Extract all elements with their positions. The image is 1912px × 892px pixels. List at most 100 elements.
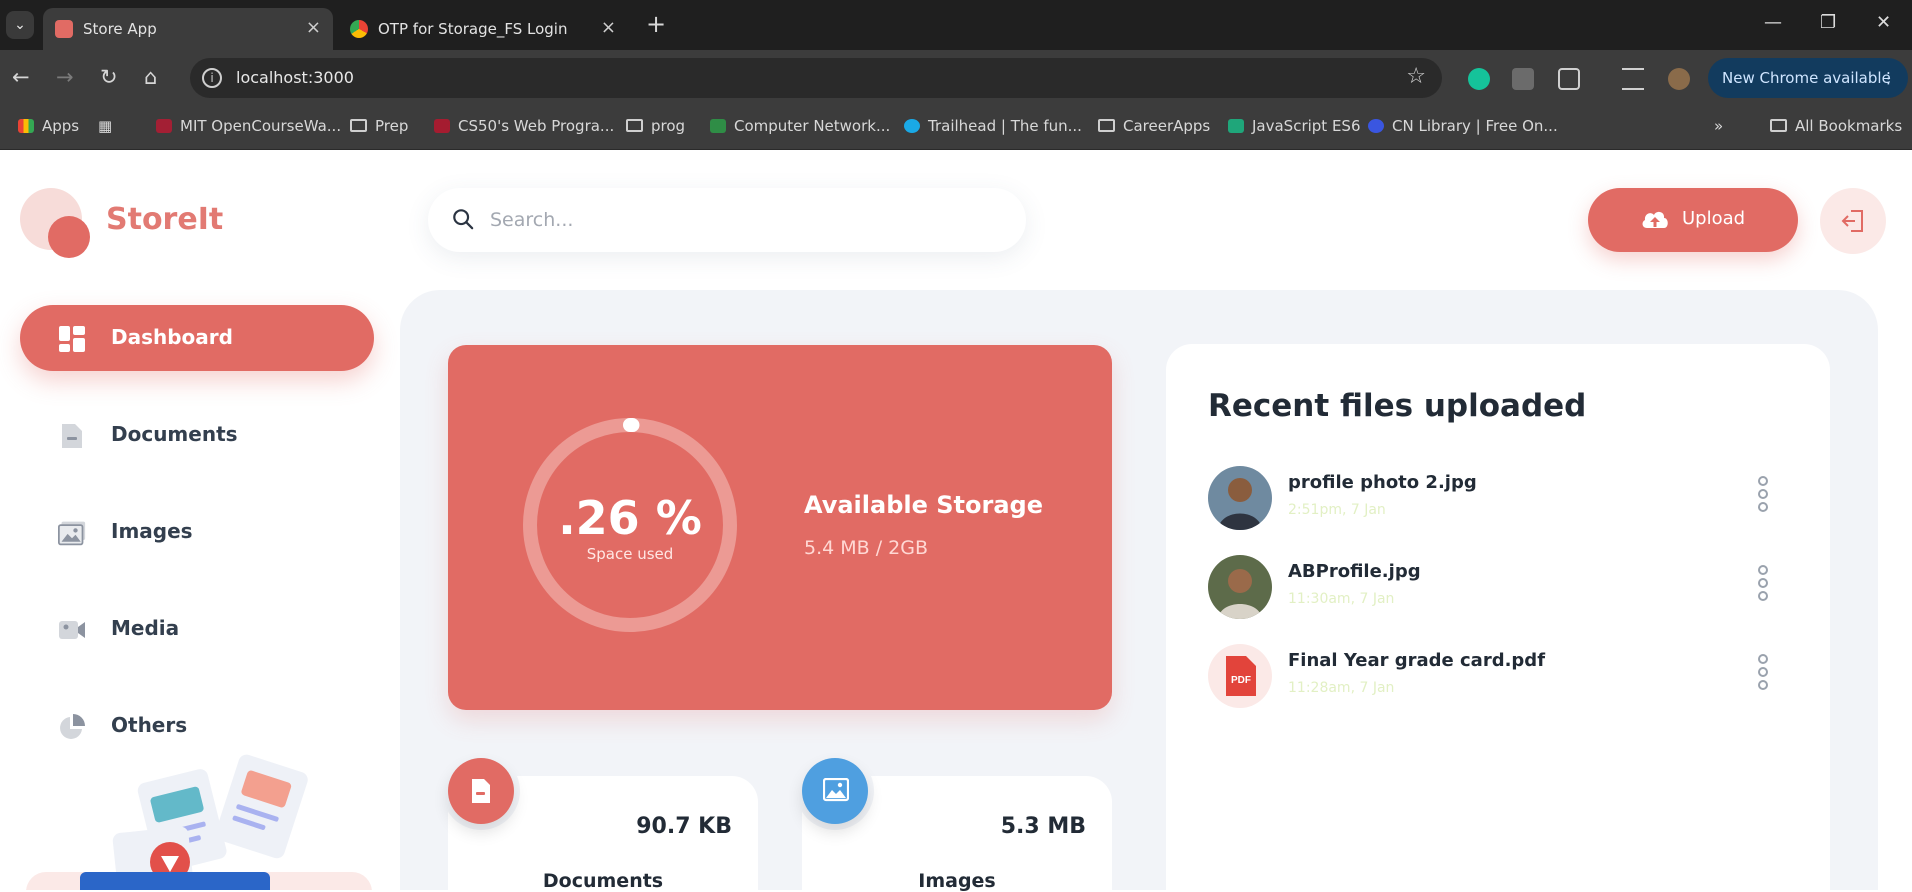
more-bookmarks-icon[interactable]: »: [1714, 117, 1723, 135]
logout-icon: [1841, 210, 1863, 232]
recent-file-row[interactable]: ABProfile.jpg 11:30am, 7 Jan: [1208, 555, 1788, 619]
sidebar-item-label: Others: [111, 713, 188, 737]
search-icon: [453, 209, 474, 230]
bookmark-cs50[interactable]: CS50's Web Progra...: [434, 117, 614, 135]
document-icon: [62, 424, 82, 448]
bookmark-trailhead[interactable]: Trailhead | The fun...: [904, 117, 1082, 135]
cn-favicon-icon: [1368, 119, 1384, 133]
file-name: Final Year grade card.pdf: [1288, 650, 1546, 671]
close-tab-icon[interactable]: ×: [306, 17, 321, 38]
store-app: StoreIt Upload Dashboard Documents: [0, 150, 1912, 892]
bookmark-mit-ocw[interactable]: MIT OpenCourseWa...: [156, 117, 341, 135]
summary-card-images[interactable]: 5.3 MB Images: [796, 752, 1112, 892]
more-menu-icon[interactable]: ⋮: [1881, 58, 1896, 98]
bookmark-javascript-es6[interactable]: JavaScript ES6: [1228, 117, 1361, 135]
bookmark-computer-network[interactable]: Computer Network...: [710, 117, 890, 135]
chrome-favicon-icon: [350, 20, 368, 38]
file-menu-icon[interactable]: [1758, 565, 1770, 605]
bookmark-star-icon[interactable]: ☆: [1406, 64, 1426, 89]
window-close-icon[interactable]: ✕: [1876, 12, 1891, 33]
sidebar-item-label: Media: [111, 616, 180, 640]
file-menu-icon[interactable]: [1758, 654, 1770, 694]
logout-button[interactable]: [1820, 188, 1886, 254]
tab-title: OTP for Storage_FS Login - adit: [378, 20, 568, 38]
tab-search-button[interactable]: ⌄: [6, 11, 34, 39]
site-info-icon[interactable]: i: [202, 68, 222, 88]
brand-name: StoreIt: [106, 202, 224, 237]
sidebar-item-label: Dashboard: [111, 325, 233, 349]
url-text: localhost:3000: [236, 68, 354, 87]
search-bar[interactable]: [428, 188, 1026, 252]
file-thumbnail: [1208, 555, 1272, 619]
recent-files-panel: Recent files uploaded profile photo 2.jp…: [1166, 344, 1830, 890]
video-icon: [59, 621, 85, 639]
bookmark-careerapps[interactable]: CareerApps: [1098, 117, 1210, 135]
documents-size: 90.7 KB: [636, 814, 732, 839]
folder-icon: [1770, 119, 1787, 132]
reload-icon[interactable]: ↻: [100, 64, 118, 90]
storeit-logo-icon: [20, 188, 90, 258]
document-icon: [472, 779, 490, 803]
bookmarks-bar: Apps ▦ MIT OpenCourseWa... Prep CS50's W…: [0, 106, 1912, 150]
close-tab-icon[interactable]: ×: [601, 17, 616, 38]
new-tab-button[interactable]: +: [646, 10, 666, 38]
file-thumbnail: PDF: [1208, 644, 1272, 708]
cs50-favicon-icon: [434, 119, 450, 133]
address-bar[interactable]: i localhost:3000 ☆: [190, 58, 1442, 98]
tab-store-app[interactable]: Store App ×: [43, 8, 333, 50]
grammarly-extension-icon[interactable]: [1468, 68, 1490, 90]
pdf-file-icon: PDF: [1226, 656, 1256, 696]
all-bookmarks[interactable]: All Bookmarks: [1770, 117, 1902, 135]
bookmark-prep[interactable]: Prep: [350, 117, 408, 135]
sidebar-item-documents[interactable]: Documents: [20, 402, 374, 468]
sidebar-item-images[interactable]: Images: [20, 499, 374, 565]
folder-icon: [350, 119, 367, 132]
sidebar-item-dashboard[interactable]: Dashboard: [20, 305, 374, 371]
sidebar-item-label: Documents: [111, 422, 238, 446]
bookmark-prog[interactable]: prog: [626, 117, 685, 135]
upload-label: Upload: [1682, 208, 1746, 229]
storage-percent-label: Space used: [586, 545, 674, 563]
tab-groups-icon[interactable]: ▦: [98, 117, 112, 135]
browser-tab-bar: ⌄ Store App × OTP for Storage_FS Login -…: [0, 0, 1912, 50]
tab-otp-login[interactable]: OTP for Storage_FS Login - adit ×: [338, 8, 628, 50]
reading-list-icon[interactable]: [1622, 68, 1644, 90]
file-name: profile photo 2.jpg: [1288, 472, 1477, 493]
file-date: 2:51pm, 7 Jan: [1288, 502, 1386, 518]
home-icon[interactable]: ⌂: [144, 64, 157, 90]
folder-icon: [626, 119, 643, 132]
profile-avatar-icon[interactable]: [1668, 68, 1690, 90]
sidebar-item-media[interactable]: Media: [20, 596, 374, 662]
extensions-puzzle-icon[interactable]: [1558, 68, 1580, 90]
minimize-icon[interactable]: —: [1764, 12, 1782, 33]
bookmark-cn-library[interactable]: CN Library | Free On...: [1368, 117, 1558, 135]
recent-file-row[interactable]: PDF Final Year grade card.pdf 11:28am, 7…: [1208, 644, 1788, 708]
search-input[interactable]: [490, 204, 990, 236]
images-icon: [58, 521, 86, 546]
summary-card-documents[interactable]: 90.7 KB Documents: [442, 752, 758, 892]
documents-badge: [448, 758, 514, 824]
storage-percent: .26 %: [558, 491, 702, 545]
upload-button[interactable]: Upload: [1588, 188, 1798, 252]
forward-icon[interactable]: →: [56, 64, 74, 90]
images-title: Images: [918, 870, 996, 892]
recent-file-row[interactable]: profile photo 2.jpg 2:51pm, 7 Jan: [1208, 466, 1788, 530]
images-icon: [823, 778, 849, 802]
sidebar-item-label: Images: [111, 519, 193, 543]
back-icon[interactable]: ←: [12, 64, 30, 90]
pie-chart-icon: [60, 714, 85, 739]
extension-icon[interactable]: [1512, 68, 1534, 90]
dashboard-icon: [59, 326, 85, 352]
dashboard-main: .26 % Space used Available Storage 5.4 M…: [400, 290, 1878, 892]
cloud-upload-icon: [1642, 211, 1668, 228]
tab-title: Store App: [83, 20, 157, 38]
file-date: 11:30am, 7 Jan: [1288, 591, 1395, 607]
bookmark-apps[interactable]: Apps: [18, 117, 79, 135]
file-thumbnail: [1208, 466, 1272, 530]
file-menu-icon[interactable]: [1758, 476, 1770, 516]
chrome-update-button[interactable]: New Chrome available ⋮: [1708, 58, 1908, 98]
recent-files-title: Recent files uploaded: [1208, 388, 1587, 424]
documents-title: Documents: [542, 870, 664, 892]
images-badge: [802, 758, 868, 824]
restore-icon[interactable]: ❐: [1820, 12, 1836, 33]
